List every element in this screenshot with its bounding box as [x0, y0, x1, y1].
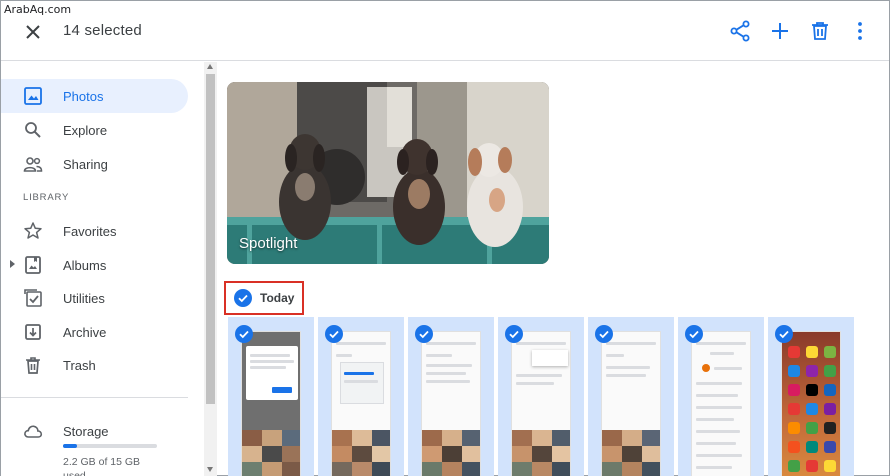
sidebar-divider [1, 397, 188, 398]
trash-icon [26, 357, 40, 374]
photo-thumbnail[interactable] [498, 317, 584, 476]
check-circle-icon[interactable] [595, 325, 613, 343]
checkbox-icon [24, 289, 42, 307]
selection-toolbar: 14 selected [1, 1, 889, 61]
sidebar: Photos Explore Sharing LIBRARY Favorites [1, 62, 204, 476]
screenshot-preview [331, 331, 391, 476]
photo-icon [24, 87, 42, 105]
storage-usage-text: 2.2 GB of 15 GB used [63, 456, 141, 476]
photo-thumbnail[interactable] [588, 317, 674, 476]
add-icon[interactable] [768, 19, 792, 43]
sidebar-item-label: Sharing [63, 157, 108, 172]
sidebar-item-label: Albums [63, 258, 107, 273]
check-circle-icon[interactable] [685, 325, 703, 343]
selection-count: 14 selected [63, 22, 142, 39]
sidebar-item-label: Photos [63, 89, 104, 104]
check-circle-icon[interactable] [415, 325, 433, 343]
sidebar-item-sharing[interactable]: Sharing [1, 147, 188, 181]
date-group-label: Today [260, 291, 295, 305]
share-icon[interactable] [728, 19, 752, 43]
screenshot-preview [511, 331, 571, 476]
sidebar-item-albums[interactable]: Albums [1, 248, 188, 282]
check-circle-icon[interactable] [235, 325, 253, 343]
sidebar-item-label: Archive [63, 325, 107, 340]
sidebar-item-photos[interactable]: Photos [1, 79, 188, 113]
screenshot-preview [781, 331, 841, 476]
sidebar-item-archive[interactable]: Archive [1, 315, 188, 349]
screenshot-preview [601, 331, 661, 476]
more-options-icon[interactable] [848, 19, 872, 43]
photo-thumbnail[interactable] [768, 317, 854, 476]
watermark-text: ArabAq.com [4, 3, 72, 16]
search-icon [25, 122, 41, 138]
expand-arrow-icon[interactable] [10, 260, 15, 268]
cloud-icon [24, 425, 43, 438]
sidebar-item-label: Utilities [63, 291, 105, 306]
sidebar-item-utilities[interactable]: Utilities [1, 281, 188, 315]
star-icon [24, 222, 42, 239]
album-icon [25, 256, 41, 274]
sidebar-item-label: Trash [63, 358, 96, 373]
sidebar-item-explore[interactable]: Explore [1, 113, 188, 147]
people-icon [23, 157, 43, 172]
photo-thumbnail[interactable] [228, 317, 314, 476]
check-circle-icon[interactable] [325, 325, 343, 343]
storage-progress-bar [63, 444, 157, 448]
screenshot-preview [691, 331, 751, 476]
storage-label: Storage [63, 424, 109, 439]
sidebar-scrollbar[interactable] [204, 62, 217, 476]
scroll-up-arrow-icon[interactable] [207, 64, 213, 69]
sidebar-item-trash[interactable]: Trash [1, 348, 188, 382]
close-icon[interactable] [21, 20, 45, 44]
photo-thumbnail[interactable] [318, 317, 404, 476]
photo-thumbnail[interactable] [408, 317, 494, 476]
check-circle-icon[interactable] [775, 325, 793, 343]
scrollbar-thumb[interactable] [206, 74, 215, 404]
screenshot-preview [241, 331, 301, 476]
photo-thumbnail[interactable] [678, 317, 764, 476]
screenshot-preview [421, 331, 481, 476]
sidebar-item-label: Explore [63, 123, 108, 138]
scroll-down-arrow-icon[interactable] [207, 467, 213, 472]
check-circle-icon[interactable] [505, 325, 523, 343]
spotlight-card[interactable]: Spotlight [227, 82, 549, 264]
library-section-label: LIBRARY [23, 192, 70, 203]
sidebar-item-storage[interactable]: Storage [1, 414, 188, 448]
spotlight-label: Spotlight [239, 235, 298, 252]
storage-progress-fill [63, 444, 77, 448]
archive-icon [25, 324, 41, 340]
sidebar-item-label: Favorites [63, 224, 117, 239]
check-circle-icon[interactable] [234, 289, 252, 307]
trash-icon[interactable] [808, 19, 832, 43]
sidebar-item-favorites[interactable]: Favorites [1, 214, 188, 248]
